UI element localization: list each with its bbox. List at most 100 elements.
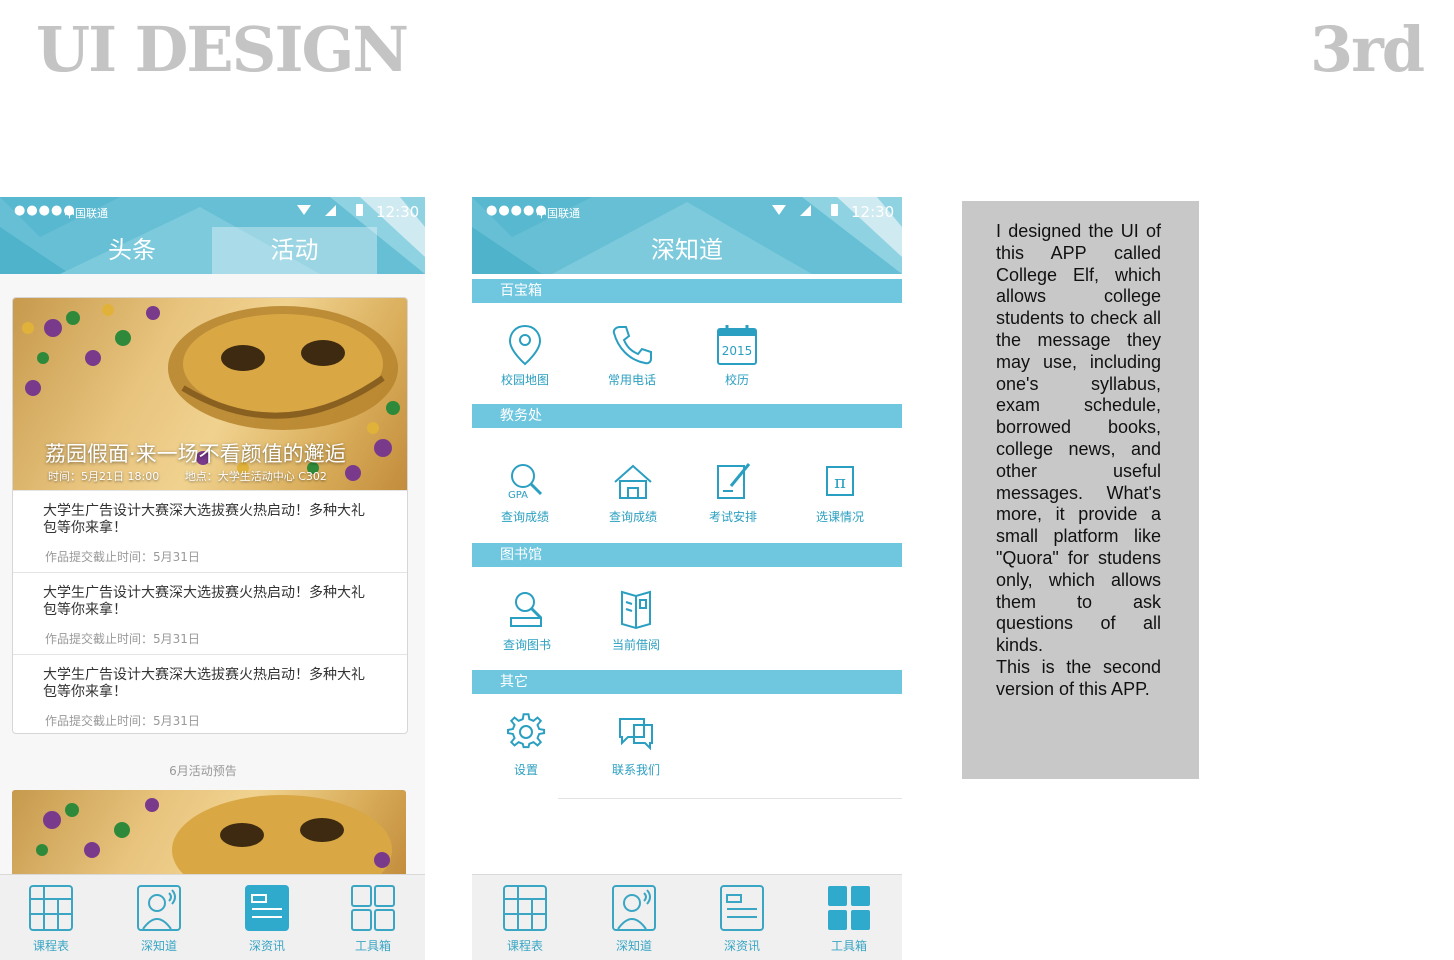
activity-banner[interactable]: 荔园假面·来一场不看颜值的邂逅 时间：5月21日 18:00 地点：大学生活动中… bbox=[13, 298, 407, 490]
news-deadline: 作品提交截止时间：5月31日 bbox=[45, 714, 200, 728]
cell-signal-icon bbox=[800, 205, 811, 216]
banner-location: 地点：大学生活动中心 C302 bbox=[184, 470, 327, 483]
status-time: 12:30 bbox=[376, 203, 420, 221]
status-time: 12:30 bbox=[851, 203, 895, 221]
grid-item-course[interactable]: π 选课情况 bbox=[800, 460, 880, 525]
page-title: UI DESIGN bbox=[36, 13, 409, 86]
tabbar-label: 深资讯 bbox=[723, 939, 760, 953]
bottom-tabbar: 课程表 深知道 深资讯 工具箱 bbox=[0, 874, 425, 960]
grid-item-campus-map[interactable]: 校园地图 bbox=[485, 323, 565, 388]
banner-meta: 时间：5月21日 18:00 地点：大学生活动中心 C302 bbox=[48, 468, 327, 484]
section-library: 图书馆 bbox=[472, 543, 902, 567]
preview-banner[interactable] bbox=[12, 790, 406, 880]
news-deadline: 作品提交截止时间：5月31日 bbox=[45, 550, 200, 564]
section-treasure: 百宝箱 bbox=[472, 279, 902, 303]
news-title: 大学生广告设计大赛深大选拔赛火热启动！多种大礼包等你来拿！ bbox=[43, 585, 365, 618]
carrier-label: 中国联通 bbox=[536, 207, 580, 220]
tabbar-label: 工具箱 bbox=[830, 939, 867, 953]
tab-activity[interactable]: 活动 bbox=[212, 227, 377, 274]
tab-headline[interactable]: 头条 bbox=[52, 227, 212, 274]
tabbar-shenzhidao[interactable]: 深知道 bbox=[599, 883, 669, 954]
gpa-search-icon: GPA bbox=[508, 464, 543, 501]
grid-item-exam[interactable]: 考试安排 bbox=[693, 460, 773, 525]
phone-icon bbox=[612, 326, 652, 365]
mask-image bbox=[36, 795, 392, 880]
description-text: I designed the UI of this APP called Col… bbox=[996, 221, 1161, 699]
exam-edit-icon bbox=[717, 463, 751, 499]
tabbar-shenzhidao[interactable]: 深知道 bbox=[124, 883, 194, 954]
news-icon bbox=[245, 885, 289, 931]
timetable-icon bbox=[29, 885, 73, 931]
news-title: 大学生广告设计大赛深大选拔赛火热启动！多种大礼包等你来拿！ bbox=[43, 667, 365, 700]
grid-item-book-search[interactable]: 查询图书 bbox=[487, 588, 567, 653]
grid-item-gpa[interactable]: GPA 查询成绩 bbox=[485, 460, 565, 525]
news-deadline: 作品提交截止时间：5月31日 bbox=[45, 632, 200, 646]
battery-icon bbox=[356, 204, 363, 216]
grid-item-phone[interactable]: 常用电话 bbox=[592, 323, 672, 388]
grid-item-borrowing[interactable]: 当前借阅 bbox=[596, 588, 676, 653]
news-item[interactable]: 大学生广告设计大赛深大选拔赛火热启动！多种大礼包等你来拿！ 作品提交截止时间：5… bbox=[13, 654, 407, 733]
wifi-icon bbox=[772, 205, 786, 215]
tabbar-label: 课程表 bbox=[506, 939, 543, 953]
grid-item-settings[interactable]: 设置 bbox=[486, 713, 566, 778]
page-number: 3rd bbox=[1310, 13, 1425, 86]
book-search-icon bbox=[510, 592, 543, 627]
activity-card: 荔园假面·来一场不看颜值的邂逅 时间：5月21日 18:00 地点：大学生活动中… bbox=[12, 297, 408, 734]
divider bbox=[558, 798, 902, 799]
gear-icon bbox=[507, 713, 546, 749]
tabbar-timetable[interactable]: 课程表 bbox=[490, 883, 560, 954]
description-box: I designed the UI of this APP called Col… bbox=[962, 201, 1199, 779]
map-pin-icon bbox=[508, 324, 542, 366]
section-academic: 教务处 bbox=[472, 404, 902, 428]
screen-title: 深知道 bbox=[651, 236, 723, 264]
news-item[interactable]: 大学生广告设计大赛深大选拔赛火热启动！多种大礼包等你来拿！ 作品提交截止时间：5… bbox=[13, 490, 407, 572]
tabbar-news[interactable]: 深资讯 bbox=[707, 883, 777, 954]
grid-item-contact[interactable]: 联系我们 bbox=[596, 713, 676, 778]
app-header: ●●●●● 中国联通 12:30 头条 活动 bbox=[0, 197, 425, 274]
app-header: ●●●●● 中国联通 12:30 深知道 bbox=[472, 197, 902, 274]
shenzhidao-screen: ●●●●● 中国联通 12:30 深知道 百宝箱 校园地图 常用电话 2015 … bbox=[472, 197, 902, 960]
grid-label: 查询图书 bbox=[502, 638, 551, 652]
tabbar-timetable[interactable]: 课程表 bbox=[16, 883, 86, 954]
tabbar-label: 工具箱 bbox=[354, 939, 391, 953]
tabbar-label: 深知道 bbox=[140, 939, 177, 953]
wifi-icon bbox=[297, 205, 311, 215]
grid-label: 选课情况 bbox=[815, 510, 864, 524]
grid-label: 联系我们 bbox=[611, 763, 660, 777]
timetable-icon bbox=[503, 885, 547, 931]
section-other: 其它 bbox=[472, 670, 902, 694]
gpa-label: GPA bbox=[508, 490, 528, 501]
pi-symbol: π bbox=[834, 472, 846, 493]
grid-item-calendar[interactable]: 2015 校历 bbox=[697, 323, 777, 388]
user-icon bbox=[612, 885, 656, 931]
user-icon bbox=[137, 885, 181, 931]
toolbox-icon bbox=[351, 885, 395, 931]
battery-icon bbox=[831, 204, 838, 216]
banner-time: 时间：5月21日 18:00 bbox=[48, 470, 160, 483]
tabbar-news[interactable]: 深资讯 bbox=[232, 883, 302, 954]
tabbar-label: 深知道 bbox=[615, 939, 652, 953]
news-title: 大学生广告设计大赛深大选拔赛火热启动！多种大礼包等你来拿！ bbox=[43, 503, 365, 536]
tabbar-label: 深资讯 bbox=[248, 939, 285, 953]
banner-title: 荔园假面·来一场不看颜值的邂逅 bbox=[45, 442, 346, 466]
tabbar-toolbox[interactable]: 工具箱 bbox=[338, 883, 408, 954]
bottom-tabbar: 课程表 深知道 深资讯 工具箱 bbox=[472, 874, 902, 960]
status-bar: ●●●●● 中国联通 12:30 bbox=[0, 197, 425, 227]
grid-label: 当前借阅 bbox=[611, 638, 660, 652]
toolbox-icon bbox=[828, 886, 870, 930]
tabbar-toolbox[interactable]: 工具箱 bbox=[814, 883, 884, 954]
status-bar: ●●●●● 中国联通 12:30 bbox=[472, 197, 902, 227]
grid-label: 考试安排 bbox=[708, 510, 757, 524]
calendar-icon: 2015 bbox=[717, 325, 757, 365]
calendar-year: 2015 bbox=[722, 344, 753, 358]
chat-icon bbox=[619, 718, 653, 751]
tabbar-label: 课程表 bbox=[32, 939, 69, 953]
news-item[interactable]: 大学生广告设计大赛深大选拔赛火热启动！多种大礼包等你来拿！ 作品提交截止时间：5… bbox=[13, 572, 407, 654]
grid-label: 设置 bbox=[513, 763, 538, 777]
news-icon bbox=[720, 885, 764, 931]
cell-signal-icon bbox=[325, 205, 336, 216]
grid-item-grades[interactable]: 查询成绩 bbox=[593, 460, 673, 525]
open-book-icon bbox=[621, 590, 651, 630]
grid-label: 常用电话 bbox=[607, 373, 656, 387]
carrier-label: 中国联通 bbox=[64, 207, 108, 220]
